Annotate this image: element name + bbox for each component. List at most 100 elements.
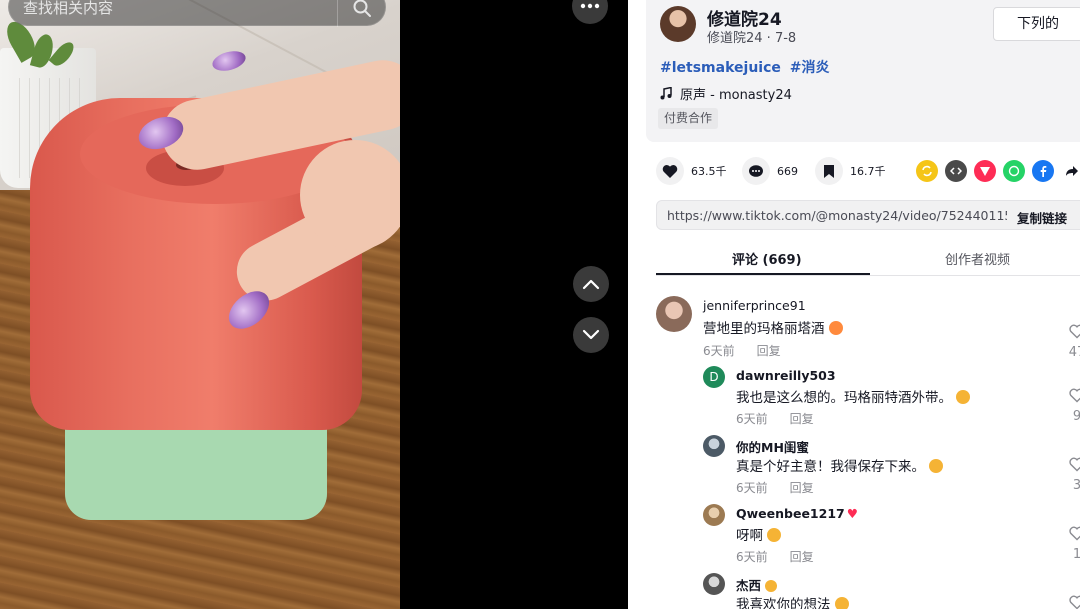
emoji-icon bbox=[767, 528, 781, 542]
reply-button[interactable]: 回复 bbox=[790, 481, 814, 495]
search-icon bbox=[353, 0, 371, 17]
comment-time: 6天前 bbox=[736, 550, 768, 564]
comment-text: 呀啊 bbox=[736, 524, 781, 544]
comment-time: 6天前 bbox=[703, 344, 735, 358]
send-icon bbox=[980, 167, 990, 176]
more-icon bbox=[580, 3, 600, 9]
comment-tabs: 评论 (669) 创作者视频 bbox=[656, 240, 1080, 276]
chevron-down-icon bbox=[582, 329, 600, 340]
comment-like[interactable]: 47 bbox=[1062, 324, 1080, 360]
comment-text-body: 我也是这么想的。玛格丽特酒外带。 bbox=[736, 390, 952, 406]
comment-meta: 6天前 回复 bbox=[736, 548, 814, 565]
commenter-avatar[interactable] bbox=[703, 435, 725, 457]
tab-creator-videos[interactable]: 创作者视频 bbox=[945, 249, 1010, 268]
emoji-icon bbox=[929, 459, 943, 473]
more-button[interactable] bbox=[572, 0, 608, 24]
like-count: 63.5千 bbox=[691, 165, 727, 178]
commenter-avatar[interactable] bbox=[656, 296, 692, 332]
share-arrow-icon bbox=[1066, 166, 1078, 176]
action-bar: 63.5千 669 16.7千 bbox=[656, 156, 1080, 186]
hashtag-link[interactable]: #letsmakejuice bbox=[660, 60, 781, 76]
reply-button[interactable]: 回复 bbox=[790, 412, 814, 426]
like-action[interactable]: 63.5千 bbox=[656, 156, 727, 186]
tab-comments[interactable]: 评论 (669) bbox=[732, 249, 802, 268]
music-link[interactable]: 原声 - monasty24 bbox=[660, 84, 792, 103]
search-bar[interactable] bbox=[8, 0, 386, 27]
whatsapp-icon bbox=[1008, 165, 1020, 177]
save-count: 16.7千 bbox=[850, 165, 886, 178]
comment-text-body: 呀啊 bbox=[736, 528, 763, 544]
whatsapp-share-button[interactable] bbox=[1003, 160, 1025, 182]
hashtag-link[interactable]: #消炎 bbox=[790, 60, 830, 76]
next-video-button[interactable] bbox=[573, 317, 609, 353]
video-frame-finger bbox=[300, 140, 400, 250]
comment-username-text[interactable]: 杰西 bbox=[736, 578, 761, 593]
code-icon bbox=[950, 167, 962, 175]
comment-like[interactable] bbox=[1062, 595, 1080, 609]
music-note-icon bbox=[660, 87, 672, 100]
comment-like-count: 9 bbox=[1072, 409, 1080, 424]
video-link-text[interactable]: https://www.tiktok.com/@monasty24/video/… bbox=[667, 208, 1007, 223]
commenter-avatar[interactable] bbox=[703, 573, 725, 595]
comment-meta: 6天前 回复 bbox=[703, 342, 781, 359]
bookmark-icon bbox=[824, 164, 834, 178]
comment-like[interactable]: 9 bbox=[1062, 388, 1080, 424]
comment-like[interactable]: 3 bbox=[1062, 457, 1080, 493]
heart-outline-icon bbox=[1069, 324, 1080, 339]
send-to-friends-button[interactable] bbox=[974, 160, 996, 182]
search-input[interactable] bbox=[23, 0, 323, 19]
heart-outline-icon bbox=[1069, 526, 1080, 541]
save-action[interactable]: 16.7千 bbox=[815, 156, 886, 186]
comment-text-body: 真是个好主意！我得保存下来。 bbox=[736, 459, 925, 475]
repost-icon bbox=[922, 165, 932, 177]
comment-username[interactable]: 你的MH闺蜜 bbox=[736, 437, 809, 456]
more-share-button[interactable] bbox=[1061, 160, 1080, 182]
video-player[interactable] bbox=[0, 0, 400, 609]
comment-meta: 6天前 回复 bbox=[736, 479, 814, 496]
sun-emoji-icon bbox=[765, 580, 778, 592]
comment-icon bbox=[749, 164, 763, 177]
copy-link-button[interactable]: 复制链接 bbox=[1017, 208, 1067, 227]
chevron-up-icon bbox=[582, 279, 600, 290]
facebook-icon bbox=[1040, 166, 1047, 177]
comment-meta: 6天前 回复 bbox=[736, 410, 814, 427]
heart-outline-icon bbox=[1069, 457, 1080, 472]
previous-video-button[interactable] bbox=[573, 266, 609, 302]
emoji-icon bbox=[834, 597, 849, 609]
paid-partnership-badge: 付费合作 bbox=[658, 108, 719, 129]
facebook-share-button[interactable] bbox=[1032, 160, 1054, 182]
comment-username[interactable]: dawnreilly503 bbox=[736, 368, 836, 383]
reply-button[interactable]: 回复 bbox=[790, 550, 814, 564]
search-button[interactable] bbox=[337, 0, 385, 27]
follow-button[interactable]: 下列的 bbox=[993, 7, 1080, 41]
comment-time: 6天前 bbox=[736, 412, 768, 426]
comment-time: 6天前 bbox=[736, 481, 768, 495]
comment-text: 我也是这么想的。玛格丽特酒外带。 bbox=[736, 386, 970, 406]
comment-username[interactable]: jenniferprince91 bbox=[703, 298, 806, 313]
heart-icon bbox=[662, 164, 678, 178]
comment-text: 真是个好主意！我得保存下来。 bbox=[736, 455, 943, 475]
comment-like-count: 47 bbox=[1068, 345, 1080, 360]
video-stage bbox=[0, 0, 628, 609]
comment-text: 我喜欢你的想法 bbox=[736, 593, 849, 609]
save-button[interactable] bbox=[815, 157, 843, 185]
comment-like-count: 1 bbox=[1072, 547, 1080, 562]
comment-text-body: 我喜欢你的想法 bbox=[736, 597, 831, 609]
repost-button[interactable] bbox=[916, 160, 938, 182]
comment-count: 669 bbox=[777, 164, 798, 178]
creator-avatar[interactable] bbox=[660, 6, 696, 42]
comment-like[interactable]: 1 bbox=[1062, 526, 1080, 562]
embed-button[interactable] bbox=[945, 160, 967, 182]
details-panel: 修道院24 修道院24 · 7-8 下列的 #letsmakejuice #消炎… bbox=[628, 0, 1080, 609]
commenter-avatar[interactable]: D bbox=[703, 366, 725, 388]
like-button[interactable] bbox=[656, 157, 684, 185]
reply-button[interactable]: 回复 bbox=[757, 344, 781, 358]
creator-subtitle: 修道院24 · 7-8 bbox=[707, 31, 797, 46]
music-label: 原声 - monasty24 bbox=[680, 88, 792, 103]
comment-button[interactable] bbox=[742, 157, 770, 185]
comment-username-text[interactable]: Qweenbee1217 bbox=[736, 506, 845, 521]
comment-action[interactable]: 669 bbox=[742, 156, 798, 186]
commenter-avatar[interactable] bbox=[703, 504, 725, 526]
active-tab-indicator bbox=[656, 273, 870, 275]
heart-emoji-icon: ♥ bbox=[846, 506, 858, 521]
